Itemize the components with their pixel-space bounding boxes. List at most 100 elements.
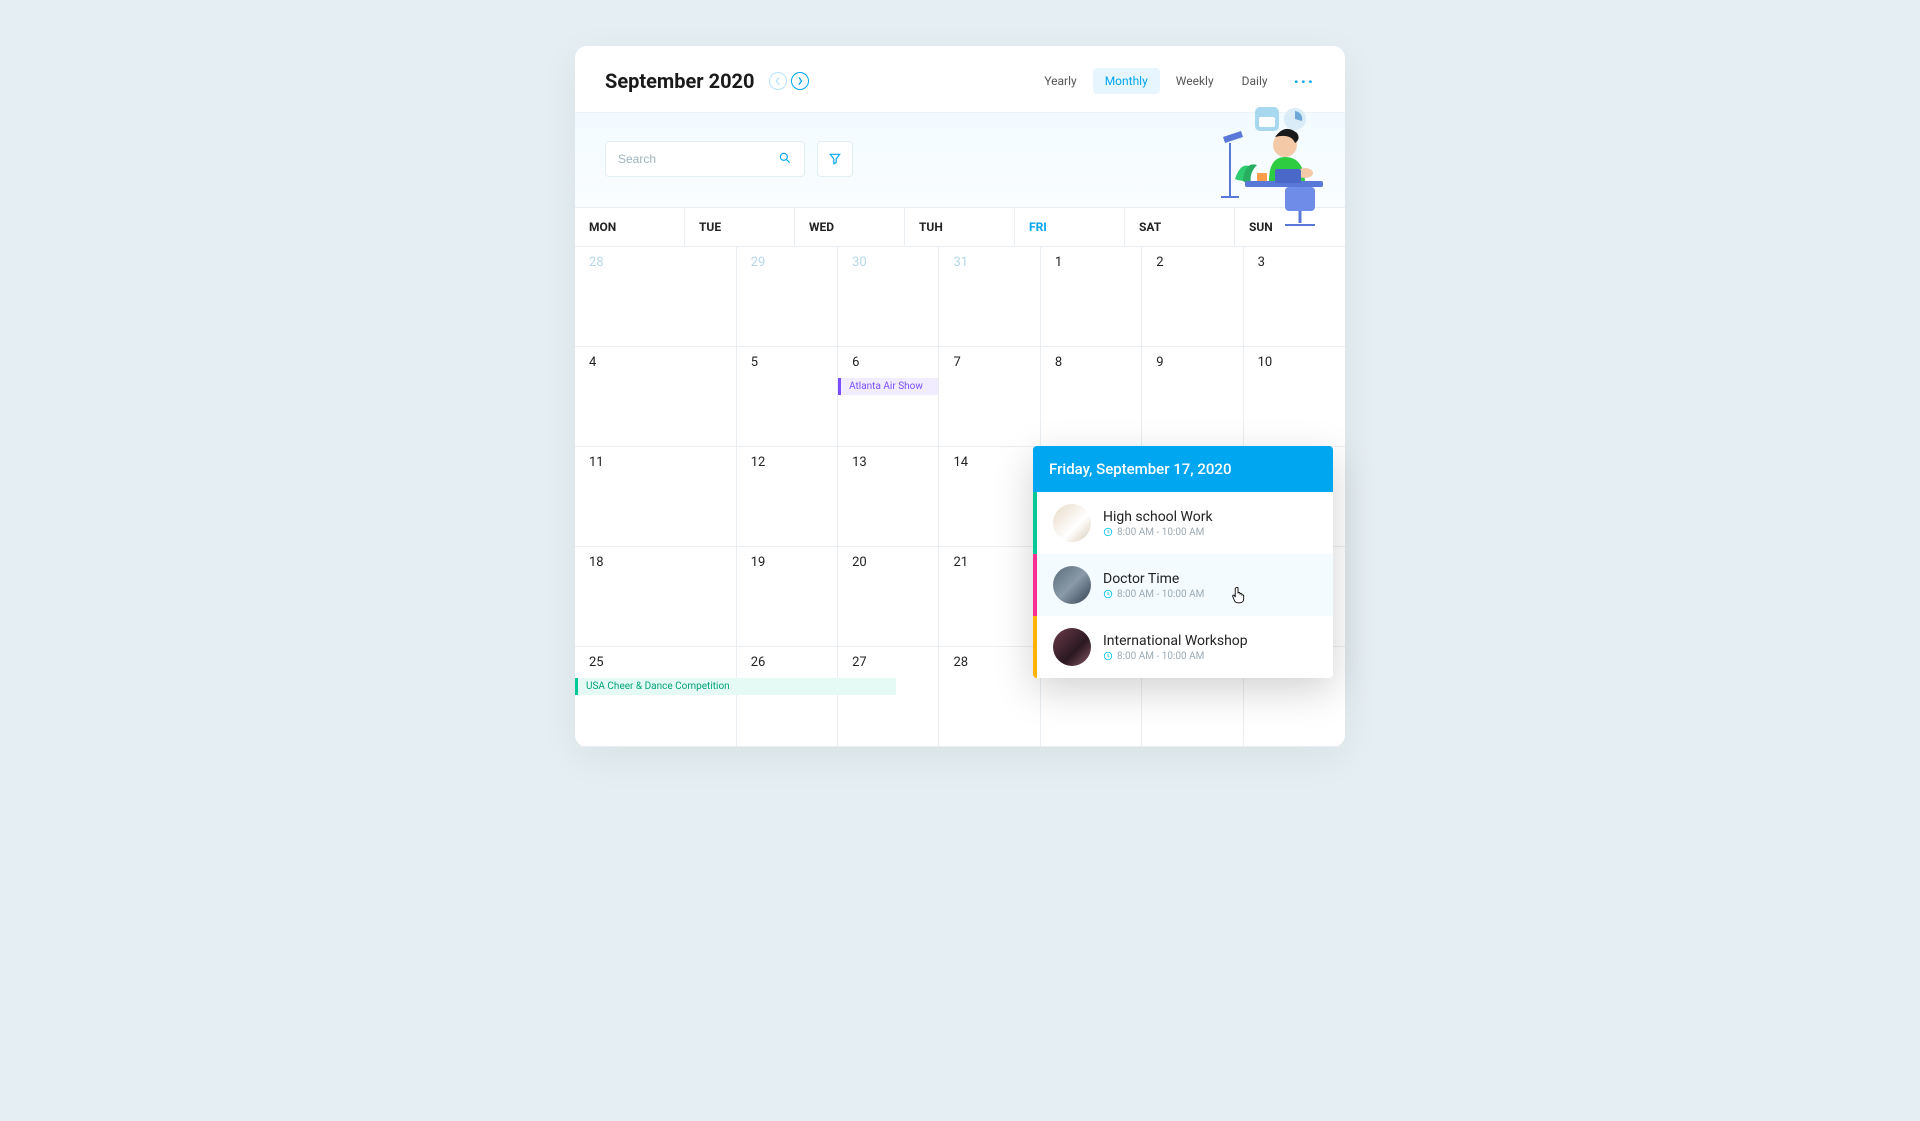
tab-daily[interactable]: Daily: [1230, 68, 1280, 94]
dow-wed: WED: [795, 208, 905, 247]
day-cell[interactable]: 9: [1142, 347, 1243, 447]
search-box: [605, 141, 805, 177]
day-cell[interactable]: 18: [575, 547, 737, 647]
day-number: 20: [838, 555, 938, 576]
event-thumbnail: [1053, 566, 1091, 604]
filter-button[interactable]: [817, 141, 853, 177]
day-number: 13: [838, 455, 938, 476]
popover-title: Friday, September 17, 2020: [1033, 446, 1333, 492]
month-nav: [769, 72, 809, 90]
day-number: 27: [838, 655, 938, 676]
day-number: 11: [575, 455, 736, 476]
day-number: 8: [1041, 355, 1141, 376]
day-number: 21: [939, 555, 1039, 576]
day-number: 14: [939, 455, 1039, 476]
day-number: 28: [939, 655, 1039, 676]
day-cell[interactable]: 13: [838, 447, 939, 547]
day-cell[interactable]: 19: [737, 547, 838, 647]
dow-thu: TUH: [905, 208, 1015, 247]
day-cell[interactable]: 8: [1041, 347, 1142, 447]
day-cell[interactable]: 6 Atlanta Air Show: [838, 347, 939, 447]
day-number: 7: [939, 355, 1039, 376]
search-input[interactable]: [618, 152, 778, 166]
dow-mon: MON: [575, 208, 685, 247]
day-number: 3: [1244, 255, 1345, 276]
event-name: International Workshop: [1103, 633, 1317, 649]
day-cell[interactable]: 10: [1244, 347, 1345, 447]
popover-event-item[interactable]: International Workshop 8:00 AM - 10:00 A…: [1033, 616, 1333, 678]
day-cell[interactable]: 5: [737, 347, 838, 447]
header: September 2020 Yearly Monthly Weekly Dai…: [575, 46, 1345, 113]
event-name: High school Work: [1103, 509, 1317, 525]
calendar-card: September 2020 Yearly Monthly Weekly Dai…: [575, 46, 1345, 747]
event-time: 8:00 AM - 10:00 AM: [1103, 589, 1317, 600]
day-number: 2: [1142, 255, 1242, 276]
day-number: 5: [737, 355, 837, 376]
day-of-week-row: MON TUE WED TUH FRI SAT SUN: [575, 208, 1345, 247]
day-cell[interactable]: 3: [1244, 247, 1345, 347]
popover-event-item[interactable]: Doctor Time 8:00 AM - 10:00 AM: [1033, 554, 1333, 616]
dow-sun: SUN: [1235, 208, 1345, 247]
popover-list: High school Work 8:00 AM - 10:00 AM Doct…: [1033, 492, 1333, 678]
tab-monthly[interactable]: Monthly: [1093, 68, 1160, 94]
day-cell[interactable]: 1: [1041, 247, 1142, 347]
more-menu-button[interactable]: ···: [1294, 72, 1315, 91]
chevron-right-icon: [796, 77, 804, 85]
day-number: 1: [1041, 255, 1141, 276]
day-cell[interactable]: 29: [737, 247, 838, 347]
day-cell[interactable]: 28: [939, 647, 1040, 747]
day-number: 18: [575, 555, 736, 576]
event-thumbnail: [1053, 628, 1091, 666]
day-cell[interactable]: 31: [939, 247, 1040, 347]
view-tabs: Yearly Monthly Weekly Daily ···: [1032, 68, 1315, 94]
page-title: September 2020: [605, 69, 755, 93]
clock-icon: [1103, 651, 1113, 661]
tab-yearly[interactable]: Yearly: [1032, 68, 1088, 94]
day-number: 9: [1142, 355, 1242, 376]
day-number: 12: [737, 455, 837, 476]
filter-icon: [828, 152, 842, 166]
event-thumbnail: [1053, 504, 1091, 542]
event-name: Doctor Time: [1103, 571, 1317, 587]
day-cell[interactable]: 11: [575, 447, 737, 547]
event-time: 8:00 AM - 10:00 AM: [1103, 527, 1317, 538]
search-icon: [778, 150, 792, 169]
tab-weekly[interactable]: Weekly: [1164, 68, 1226, 94]
day-cell[interactable]: 27: [838, 647, 939, 747]
toolbar: [575, 113, 1345, 207]
chevron-left-icon: [774, 77, 782, 85]
event-pill-cheer[interactable]: USA Cheer & Dance Competition: [575, 678, 896, 695]
dow-sat: SAT: [1125, 208, 1235, 247]
day-cell[interactable]: 4: [575, 347, 737, 447]
day-cell[interactable]: 21: [939, 547, 1040, 647]
day-cell[interactable]: 20: [838, 547, 939, 647]
day-number: 25: [575, 655, 736, 676]
day-cell[interactable]: 7: [939, 347, 1040, 447]
clock-icon: [1103, 589, 1113, 599]
prev-month-button[interactable]: [769, 72, 787, 90]
day-cell[interactable]: 25 USA Cheer & Dance Competition: [575, 647, 737, 747]
day-cell[interactable]: 2: [1142, 247, 1243, 347]
dow-tue: TUE: [685, 208, 795, 247]
popover-event-item[interactable]: High school Work 8:00 AM - 10:00 AM: [1033, 492, 1333, 554]
day-events-popover: Friday, September 17, 2020 High school W…: [1033, 446, 1333, 678]
day-cell[interactable]: 14: [939, 447, 1040, 547]
day-cell[interactable]: 30: [838, 247, 939, 347]
day-cell[interactable]: 28: [575, 247, 737, 347]
day-number: 26: [737, 655, 837, 676]
event-pill-atlanta[interactable]: Atlanta Air Show: [838, 378, 938, 395]
next-month-button[interactable]: [791, 72, 809, 90]
day-number: 6: [838, 355, 938, 376]
day-number: 30: [838, 255, 938, 276]
day-number: 10: [1244, 355, 1345, 376]
day-number: 28: [575, 255, 736, 276]
dow-fri: FRI: [1015, 208, 1125, 247]
day-number: 19: [737, 555, 837, 576]
day-number: 31: [939, 255, 1039, 276]
day-cell[interactable]: 26: [737, 647, 838, 747]
day-cell[interactable]: 12: [737, 447, 838, 547]
day-number: 4: [575, 355, 736, 376]
event-time: 8:00 AM - 10:00 AM: [1103, 651, 1317, 662]
clock-icon: [1103, 527, 1113, 537]
day-number: 29: [737, 255, 837, 276]
